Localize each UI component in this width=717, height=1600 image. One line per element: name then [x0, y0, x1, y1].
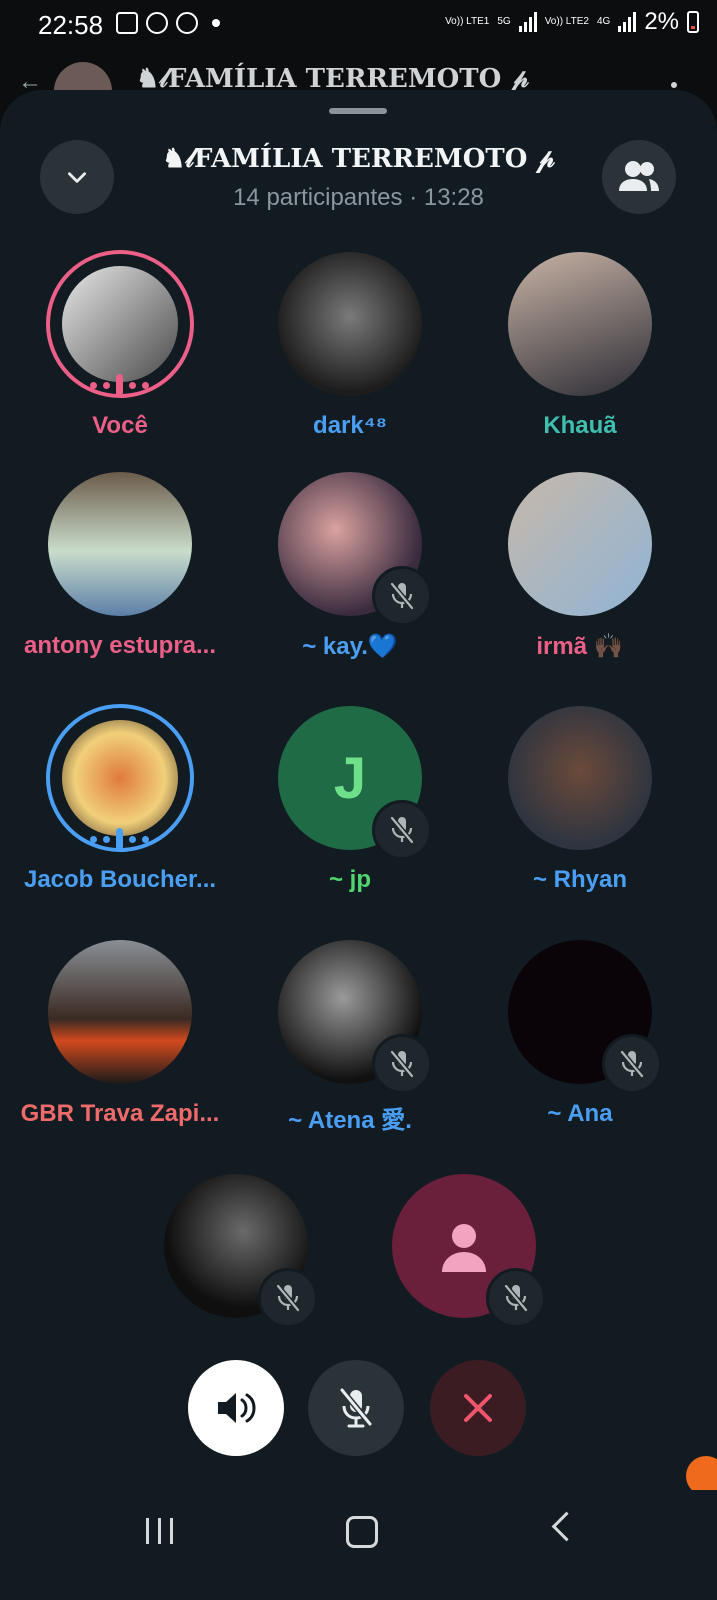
participant-name: ~ kay.💙	[302, 633, 398, 660]
signal-2-icon	[618, 12, 637, 32]
people-icon	[619, 161, 659, 191]
participant-avatar	[278, 252, 422, 396]
gallery-icon	[116, 12, 138, 34]
participant-name: Khauã	[543, 412, 617, 439]
participant-name: antony estupra...	[23, 632, 217, 659]
participant-avatar	[48, 940, 192, 1084]
whatsapp-business-icon	[146, 12, 168, 34]
participant-avatar	[508, 472, 652, 616]
speaker-icon	[218, 1393, 256, 1423]
participant-name: dark⁴⁸	[313, 412, 387, 439]
voice-activity-icon	[90, 374, 149, 396]
participant-tile[interactable]: irmã 🙌🏿	[464, 470, 696, 710]
muted-badge	[602, 1034, 662, 1094]
muted-badge	[372, 566, 432, 626]
participant-tile[interactable]: antony estupra...	[4, 470, 236, 710]
voice-activity-icon	[90, 828, 149, 850]
participant-avatar	[508, 706, 652, 850]
participant-avatar	[48, 472, 192, 616]
participant-tile[interactable]: J ~ jp	[234, 704, 466, 944]
participant-name: ~ Rhyan	[532, 866, 628, 893]
participant-tile[interactable]: dark⁴⁸	[234, 250, 466, 490]
network-type-1: 5G	[497, 16, 511, 27]
drag-handle[interactable]	[329, 108, 387, 114]
participant-avatar	[508, 252, 652, 396]
muted-badge	[372, 800, 432, 860]
call-sheet: ♞𝓁FAMÍLIA TERREMOTO 𝓅 14 participantes ·…	[0, 90, 717, 1490]
mic-off-icon	[390, 816, 414, 844]
participant-tile[interactable]: ~ Ana	[464, 938, 696, 1178]
participant-tile[interactable]: ~ kay.💙	[234, 470, 466, 710]
participant-tile[interactable]: Khauã	[464, 250, 696, 490]
avatar-letter: J	[333, 745, 367, 811]
participants-button[interactable]	[602, 140, 676, 214]
mic-off-icon	[390, 1050, 414, 1078]
participant-avatar	[62, 266, 178, 382]
whatsapp-icon	[176, 12, 198, 34]
back-button[interactable]	[551, 1511, 582, 1542]
call-controls	[0, 1360, 717, 1460]
more-notifications-dot-icon	[212, 19, 220, 27]
chevron-down-icon	[68, 172, 86, 183]
participant-tile[interactable]: Você	[4, 250, 236, 490]
participant-name: ~ jp	[328, 866, 371, 893]
mic-off-icon	[620, 1050, 644, 1078]
muted-badge	[258, 1268, 318, 1328]
call-subtitle: 14 participantes · 13:28	[233, 184, 484, 211]
signal-1-icon	[518, 12, 537, 32]
speaker-button[interactable]	[188, 1360, 284, 1456]
participant-name: ~ Atena 愛.	[288, 1107, 412, 1134]
person-placeholder-icon	[442, 1224, 486, 1272]
mic-off-icon	[339, 1388, 373, 1428]
participant-name: Jacob Boucher...	[23, 866, 217, 893]
participant-tile[interactable]: ~ Atena 愛.	[234, 938, 466, 1178]
participant-avatar	[62, 720, 178, 836]
collapse-button[interactable]	[40, 140, 114, 214]
system-navigation-bar	[0, 1490, 717, 1600]
mic-off-icon	[390, 582, 414, 610]
participant-name: Você	[92, 412, 148, 439]
recent-apps-button[interactable]	[146, 1518, 173, 1544]
close-icon	[464, 1394, 492, 1422]
mute-button[interactable]	[308, 1360, 404, 1456]
participant-name: GBR Trava Zapi...	[20, 1100, 220, 1127]
mic-off-icon	[504, 1284, 528, 1312]
muted-badge	[486, 1268, 546, 1328]
participant-name: ~ Ana	[547, 1100, 613, 1127]
participant-tile[interactable]: GBR Trava Zapi...	[4, 938, 236, 1178]
status-time: 22:58	[38, 10, 104, 40]
end-call-button[interactable]	[430, 1360, 526, 1456]
volte-2-label: Vo)) LTE2	[544, 16, 589, 27]
call-title: ♞𝓁FAMÍLIA TERREMOTO 𝓅	[162, 144, 555, 174]
home-button[interactable]	[346, 1516, 378, 1548]
status-bar: 22:58 Vo)) LTE1 5G Vo)) LTE2 4G 2%	[0, 0, 717, 46]
volte-1-label: Vo)) LTE1	[445, 16, 490, 27]
participant-name: irmã 🙌🏿	[536, 633, 624, 660]
participant-tile[interactable]: Jacob Boucher...	[4, 704, 236, 944]
menu-icon[interactable]	[671, 82, 677, 88]
network-type-2: 4G	[596, 16, 611, 27]
mic-off-icon	[276, 1284, 300, 1312]
battery-percent: 2%	[644, 8, 679, 35]
muted-badge	[372, 1034, 432, 1094]
participant-tile[interactable]: ~ Rhyan	[464, 704, 696, 944]
battery-icon	[687, 11, 699, 33]
